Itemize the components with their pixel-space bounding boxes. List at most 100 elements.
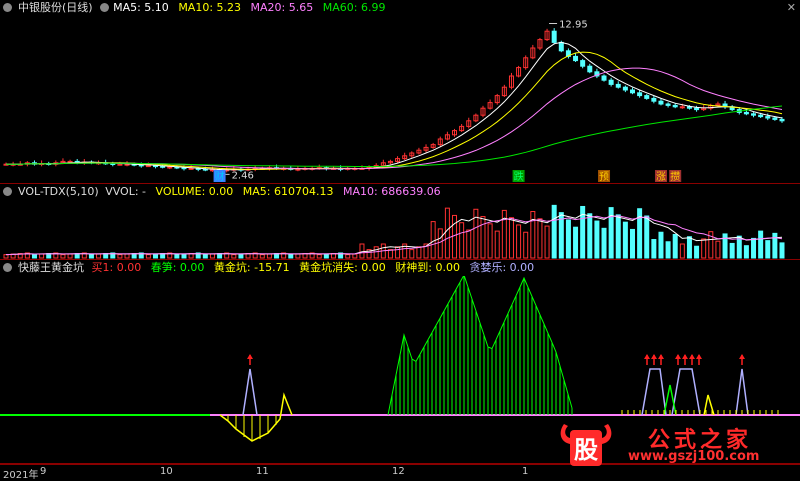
candle-body: [751, 113, 757, 116]
volume-ma5-value: MA5: 610704.13: [242, 185, 334, 198]
volume-bar: [736, 235, 742, 259]
volume-bar: [209, 253, 215, 259]
x-tick: 11: [256, 466, 269, 477]
settings-gear-icon[interactable]: [3, 3, 12, 12]
logo-char: 股: [574, 436, 598, 464]
volume-bar: [565, 219, 571, 259]
volume-bar: [772, 232, 778, 259]
volume-bar: [60, 254, 66, 259]
candle-body: [651, 97, 657, 102]
volume-bar: [153, 253, 159, 259]
high-label: 12.95: [559, 20, 588, 31]
candle-body: [679, 106, 685, 109]
candle-body: [188, 167, 194, 170]
buy-arrow-head-icon: [247, 354, 253, 359]
candle-body: [608, 79, 614, 85]
volume-bar: [459, 222, 465, 259]
candle-body: [587, 65, 593, 73]
ma10-value: MA10: 5.23: [178, 1, 242, 14]
volume-bar: [352, 253, 358, 259]
close-icon[interactable]: ✕: [787, 1, 796, 14]
volume-bar: [316, 254, 322, 259]
volume-bar: [437, 228, 443, 259]
candle-body: [615, 83, 621, 88]
candle-body: [672, 104, 678, 108]
volume-name: VOL-TDX(5,10): [18, 185, 99, 198]
volume-bar: [409, 249, 415, 259]
candle-body: [117, 163, 123, 166]
signal-marker: 攒: [670, 170, 680, 183]
candle-body: [779, 118, 785, 122]
x-tick: 1: [522, 466, 529, 477]
ma20-value: MA20: 5.65: [250, 1, 314, 14]
volume-ma10-value: MA10: 686639.06: [342, 185, 441, 198]
indicator-gear-icon[interactable]: [100, 3, 110, 12]
volume-bar: [530, 211, 536, 259]
price-chart[interactable]: 12.95 2.46 财 跌 预 涨攒: [0, 16, 800, 184]
vvol-value: VVOL: -: [105, 185, 147, 198]
signal-marker: 财: [215, 170, 225, 183]
greedy-spike: [735, 368, 749, 416]
volume-bar: [594, 220, 600, 259]
candle-body: [637, 92, 643, 97]
volume-bar: [174, 254, 180, 259]
volume-bar: [231, 254, 237, 259]
volume-bar: [373, 246, 379, 259]
volume-bar: [587, 213, 593, 259]
volume-bar: [672, 233, 678, 259]
volume-bar: [523, 231, 529, 259]
wealth-value: 财神到: 0.00: [395, 261, 460, 274]
indicator-settings-gear-icon[interactable]: [3, 263, 12, 272]
volume-bar: [743, 245, 749, 259]
candle-body: [772, 117, 778, 120]
candle-body: [686, 106, 692, 109]
volume-bar: [679, 243, 685, 259]
indicator-header: 快藤王黄金坑 买1: 0.00 春笋: 0.00 黄金坑: -15.71 黄金坑…: [0, 260, 540, 276]
candle-body: [551, 30, 557, 43]
candle-body: [573, 55, 579, 62]
volume-bar: [658, 231, 664, 259]
main-stock-name: 中银股份(日线): [18, 1, 93, 14]
volume-bar: [537, 218, 543, 259]
candle-body: [765, 116, 771, 119]
volume-bar: [181, 253, 187, 259]
volume-bar: [444, 207, 450, 259]
candle-body: [658, 100, 664, 105]
gold-pit-value: 黄金坑: -15.71: [213, 261, 290, 274]
volume-bar: [765, 240, 771, 259]
candle-body: [601, 75, 607, 81]
volume-bar: [644, 215, 650, 259]
volume-bar: [359, 243, 365, 259]
volume-header: VOL-TDX(5,10) VVOL: - VOLUME: 0.00 MA5: …: [0, 184, 447, 200]
gold-pit-line: [219, 392, 293, 442]
volume-bar: [701, 238, 707, 259]
volume-bar: [629, 228, 635, 259]
volume-bar: [88, 254, 94, 259]
volume-bar: [487, 223, 493, 259]
volume-bar: [622, 221, 628, 259]
volume-bar: [651, 239, 657, 259]
volume-gear-icon[interactable]: [3, 187, 12, 196]
volume-bar: [345, 254, 351, 259]
volume-bar: [686, 236, 692, 259]
watermark-url: www.gszj100.com: [628, 449, 760, 464]
volume-bar: [694, 245, 700, 259]
volume-bar: [729, 242, 735, 259]
gold-pit-gone-value: 黄金坑消失: 0.00: [299, 261, 386, 274]
candle-body: [145, 165, 151, 168]
greedy-plateau: [671, 368, 701, 416]
ma20-line: [6, 67, 783, 170]
volume-bar: [779, 242, 785, 259]
volume-bar: [494, 230, 500, 259]
volume-bar: [259, 254, 265, 259]
candle-body: [580, 60, 586, 67]
candle-body: [629, 89, 635, 94]
candle-body: [694, 107, 700, 111]
candle-body: [167, 166, 173, 169]
volume-bar: [67, 253, 73, 259]
candle-body: [622, 86, 628, 91]
volume-bar: [601, 227, 607, 259]
volume-chart[interactable]: [0, 200, 800, 260]
signal-marker: 涨: [656, 171, 666, 183]
x-tick: 9: [40, 466, 47, 477]
